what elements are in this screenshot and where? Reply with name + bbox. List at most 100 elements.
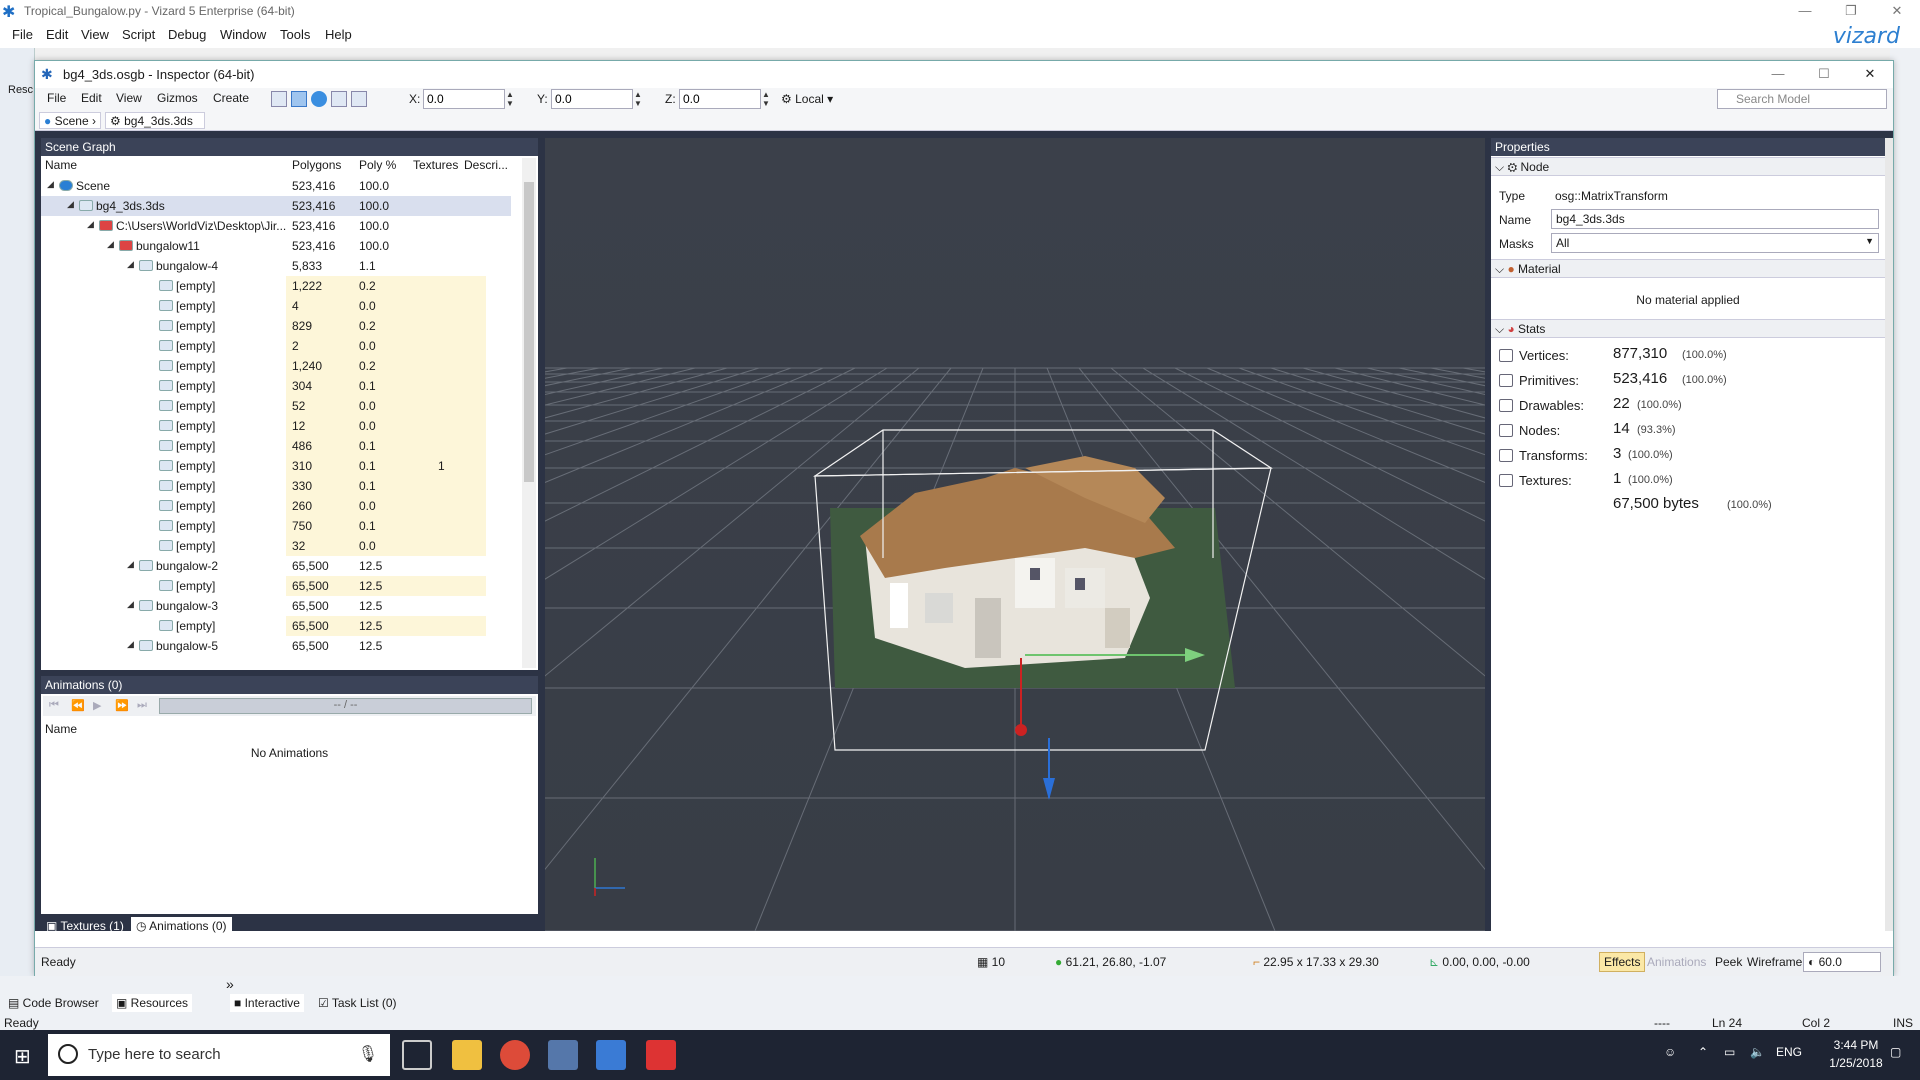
col-poly-pct[interactable]: Poly %	[359, 158, 396, 172]
tree-row[interactable]: ◢ bg4_3ds.3ds 523,416 100.0	[41, 196, 511, 216]
close-icon[interactable]: ✕	[1874, 0, 1920, 22]
expand-arrow-icon[interactable]: ◢	[127, 559, 134, 570]
material-section-header[interactable]: ⌵ ● Material	[1491, 259, 1885, 278]
insp-menu-gizmos[interactable]: Gizmos	[157, 91, 198, 105]
tab-code-browser[interactable]: ▤ Code Browser	[8, 996, 99, 1010]
taskbar-search[interactable]: Type here to search 🎙	[48, 1034, 390, 1076]
people-icon[interactable]: ☺	[1664, 1045, 1676, 1059]
col-name[interactable]: Name	[45, 158, 77, 172]
prev-frame-icon[interactable]: ⏪	[71, 699, 85, 712]
file-explorer-icon[interactable]	[452, 1040, 482, 1070]
menu-tools[interactable]: Tools	[280, 27, 310, 42]
insp-menu-edit[interactable]: Edit	[81, 91, 102, 105]
animations-button[interactable]: Animations	[1647, 955, 1706, 969]
col-description[interactable]: Descri...	[464, 158, 508, 172]
expand-arrow-icon[interactable]: ◢	[47, 179, 54, 190]
tab-resources[interactable]: ▣ Resources	[112, 994, 193, 1012]
tree-row[interactable]: ◢ bungalow-4 5,833 1.1	[41, 256, 511, 276]
breadcrumb-scene[interactable]: ● Scene ›	[39, 112, 101, 129]
search-model-input[interactable]: Search Model	[1717, 89, 1887, 109]
tree-row[interactable]: ◢ bungalow11 523,416 100.0	[41, 236, 511, 256]
3d-viewport[interactable]	[545, 138, 1485, 931]
tree-row[interactable]: [empty] 1,222 0.2	[41, 276, 511, 296]
rotate-tool-icon[interactable]	[311, 91, 327, 107]
y-spinner-icon[interactable]: ▲ ▼	[633, 90, 643, 108]
last-frame-icon[interactable]: ⏭	[137, 699, 147, 712]
minimize-icon[interactable]: —	[1782, 0, 1828, 22]
restore-icon[interactable]: ❐	[1828, 0, 1874, 22]
microphone-icon[interactable]: 🎙	[358, 1044, 378, 1064]
x-spinner-icon[interactable]: ▲ ▼	[505, 90, 515, 108]
col-polygons[interactable]: Polygons	[292, 158, 341, 172]
pivot-tool-icon[interactable]	[351, 91, 367, 107]
play-icon[interactable]: ▶	[93, 699, 101, 712]
menu-script[interactable]: Script	[122, 27, 155, 42]
tree-row[interactable]: [empty] 310 0.1 1	[41, 456, 511, 476]
x-coordinate-input[interactable]	[423, 89, 505, 109]
breadcrumb-bg4[interactable]: ⚙ bg4_3ds.3ds ›	[105, 112, 205, 142]
next-frame-icon[interactable]: ⏩	[115, 699, 129, 712]
tree-row[interactable]: ◢ Scene 523,416 100.0	[41, 176, 511, 196]
insp-menu-create[interactable]: Create	[213, 91, 249, 105]
app-taskbar-icon[interactable]	[646, 1040, 676, 1070]
tree-row[interactable]: [empty] 65,500 12.5	[41, 576, 511, 596]
scale-tool-icon[interactable]	[331, 91, 347, 107]
tab-interactive[interactable]: ■ Interactive	[230, 994, 304, 1012]
expand-arrow-icon[interactable]: ◢	[87, 219, 94, 230]
tree-row[interactable]: ◢ C:\Users\WorldViz\Desktop\Jir... 523,416…	[41, 216, 511, 236]
tree-row[interactable]: ◢ bungalow-3 65,500 12.5	[41, 596, 511, 616]
tree-row[interactable]: ◢ bungalow-2 65,500 12.5	[41, 556, 511, 576]
windows-start-icon[interactable]: ⊞	[14, 1044, 31, 1069]
tree-row[interactable]: [empty] 52 0.0	[41, 396, 511, 416]
vizard-taskbar-icon[interactable]	[548, 1040, 578, 1070]
inspector-minimize-icon[interactable]: —	[1755, 63, 1801, 85]
tab-animations[interactable]: ◷ Animations (0)	[131, 917, 232, 936]
fov-input[interactable]: ◐ 60.0	[1803, 952, 1881, 972]
effects-button[interactable]: Effects	[1599, 952, 1646, 972]
tree-row[interactable]: ◢ bungalow-5 65,500 12.5	[41, 636, 511, 656]
tree-row[interactable]: [empty] 260 0.0	[41, 496, 511, 516]
expand-arrow-icon[interactable]: ◢	[127, 259, 134, 270]
menu-file[interactable]: File	[12, 27, 33, 42]
z-coordinate-input[interactable]	[679, 89, 761, 109]
language-indicator[interactable]: ENG	[1776, 1045, 1802, 1059]
tree-row[interactable]: [empty] 4 0.0	[41, 296, 511, 316]
notification-icon[interactable]: ▢	[1890, 1045, 1901, 1059]
inspector-taskbar-icon[interactable]	[596, 1040, 626, 1070]
tree-row[interactable]: [empty] 32 0.0	[41, 536, 511, 556]
volume-icon[interactable]: 🔈	[1750, 1045, 1765, 1059]
clock-time[interactable]: 3:44 PM	[1826, 1038, 1886, 1052]
col-textures[interactable]: Textures	[413, 158, 458, 172]
inspector-close-icon[interactable]: ✕	[1847, 63, 1893, 85]
insp-menu-view[interactable]: View	[116, 91, 142, 105]
network-icon[interactable]: ▭	[1724, 1045, 1735, 1059]
z-spinner-icon[interactable]: ▲ ▼	[761, 90, 771, 108]
clock-date[interactable]: 1/25/2018	[1826, 1056, 1886, 1070]
expand-arrow-icon[interactable]: ◢	[67, 199, 74, 210]
tree-row[interactable]: [empty] 330 0.1	[41, 476, 511, 496]
tree-row[interactable]: [empty] 1,240 0.2	[41, 356, 511, 376]
chrome-icon[interactable]	[500, 1040, 530, 1070]
inspector-maximize-icon[interactable]: ☐	[1801, 63, 1847, 85]
wireframe-button[interactable]: Wireframe	[1747, 955, 1802, 969]
expand-arrow-icon[interactable]: ◢	[107, 239, 114, 250]
animation-progress[interactable]: -- / --	[159, 698, 532, 714]
masks-dropdown[interactable]: All ▼	[1551, 233, 1879, 253]
task-view-icon[interactable]	[402, 1040, 432, 1070]
y-coordinate-input[interactable]	[551, 89, 633, 109]
tab-task-list[interactable]: ☑ Task List (0)	[318, 996, 397, 1010]
tree-row[interactable]: [empty] 2 0.0	[41, 336, 511, 356]
expand-arrow-icon[interactable]: ◢	[127, 599, 134, 610]
transform-space-dropdown[interactable]: ⚙ Local ▾	[781, 92, 833, 106]
tree-row[interactable]: [empty] 829 0.2	[41, 316, 511, 336]
menu-edit[interactable]: Edit	[46, 27, 68, 42]
properties-scrollbar[interactable]	[1885, 138, 1893, 931]
tree-row[interactable]: [empty] 12 0.0	[41, 416, 511, 436]
tree-row[interactable]: [empty] 304 0.1	[41, 376, 511, 396]
menu-view[interactable]: View	[81, 27, 109, 42]
tray-chevron-up-icon[interactable]: ⌃	[1698, 1045, 1708, 1059]
expand-icon[interactable]: »	[226, 976, 234, 992]
first-frame-icon[interactable]: ⏮	[49, 699, 59, 712]
expand-arrow-icon[interactable]: ◢	[127, 639, 134, 650]
select-tool-icon[interactable]	[271, 91, 287, 107]
